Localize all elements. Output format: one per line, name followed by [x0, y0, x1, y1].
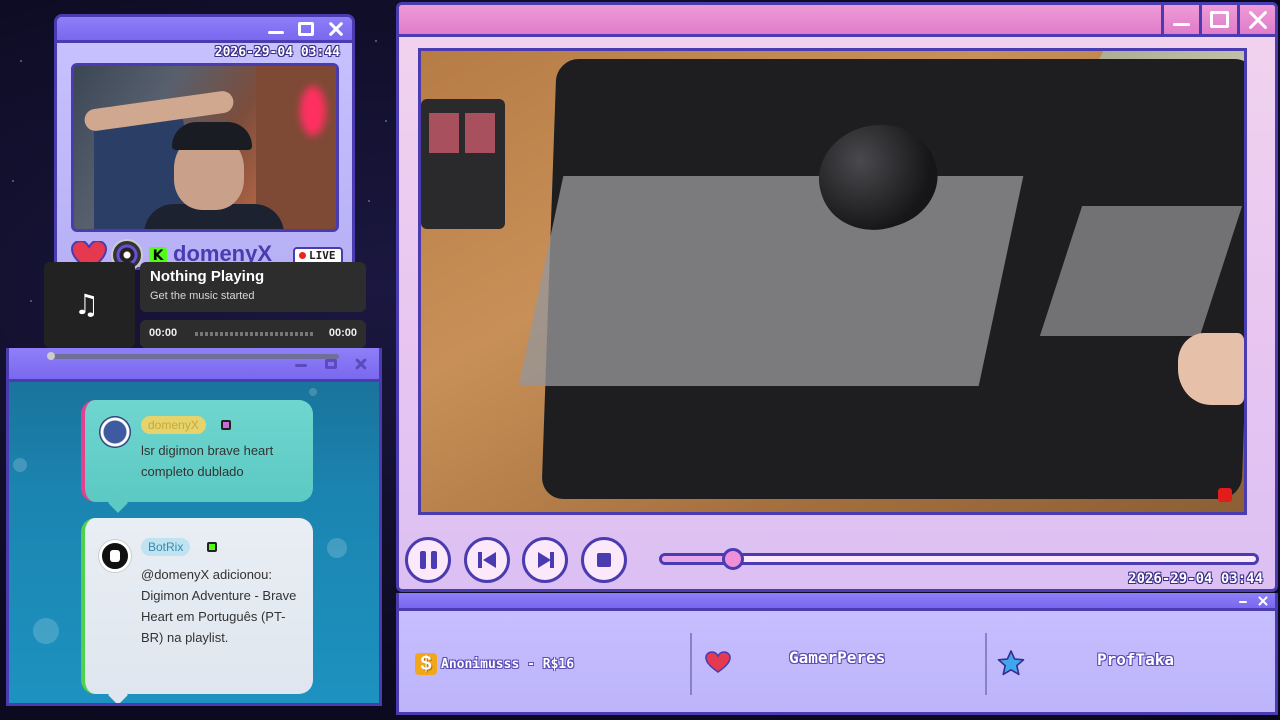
- webcam-title-bar[interactable]: [57, 17, 352, 43]
- chat-user-badge-icon: [207, 542, 217, 552]
- music-elapsed-time: 00:00: [149, 327, 178, 339]
- chat-message-text: lsr digimon brave heart completo dublado: [141, 443, 274, 479]
- previous-button[interactable]: [464, 537, 510, 583]
- maximize-icon[interactable]: [296, 20, 316, 38]
- music-album-art: ♫: [44, 262, 135, 348]
- chat-message: domenyX lsr digimon brave heart completo…: [81, 400, 313, 513]
- close-icon[interactable]: [1237, 5, 1275, 34]
- close-icon[interactable]: [326, 20, 346, 38]
- alerts-window-controls: [1229, 595, 1269, 607]
- webcam-background-light: [300, 86, 326, 136]
- music-info-panel: Nothing Playing Get the music started: [140, 262, 366, 312]
- chat-message-text: @domenyX adicionou: Digimon Adventure - …: [141, 567, 297, 645]
- music-total-time: 00:00: [328, 327, 357, 339]
- music-progress-panel: 00:00 00:00: [140, 320, 366, 348]
- music-progress-bar[interactable]: [195, 332, 314, 336]
- channel-logo-icon: [1218, 488, 1232, 502]
- seek-bar[interactable]: [659, 548, 1259, 570]
- chat-window: domenyX lsr digimon brave heart completo…: [6, 348, 382, 706]
- decorative-bubble: [33, 618, 59, 644]
- video-scene-keyboard: [421, 99, 505, 229]
- webcam-window: 2026-29-04 03:44 K domenyX LIVE: [54, 14, 355, 271]
- bot-avatar-icon: [99, 540, 131, 572]
- video-player-window: 2026-29-04 03:44: [396, 2, 1278, 592]
- music-note-icon: ♫: [74, 288, 100, 321]
- decorative-bubble: [13, 458, 27, 472]
- video-scene-hand: [1178, 333, 1244, 405]
- chat-username[interactable]: domenyX: [141, 416, 206, 434]
- music-subtitle: Get the music started: [150, 290, 255, 302]
- close-icon[interactable]: [353, 357, 369, 371]
- webcam-window-controls: [256, 20, 346, 38]
- webcam-timestamp: 2026-29-04 03:44: [214, 45, 340, 60]
- video-timestamp: 2026-29-04 03:44: [1128, 571, 1263, 587]
- music-title: Nothing Playing: [150, 268, 265, 285]
- chat-message: BotRix @domenyX adicionou: Digimon Adven…: [81, 518, 313, 703]
- star-icon: [997, 650, 1025, 676]
- latest-follower: GamerPeres: [789, 648, 886, 667]
- video-title-bar[interactable]: [399, 5, 1275, 37]
- chat-window-controls: [279, 357, 369, 371]
- decorative-bubble: [327, 538, 347, 558]
- alerts-divider: [690, 633, 692, 695]
- webcam-streamer-cap: [172, 122, 252, 150]
- lion-avatar-icon: [99, 416, 131, 448]
- stop-button[interactable]: [581, 537, 627, 583]
- chat-user-badge-icon: [221, 420, 231, 430]
- chat-bubble-tail: [108, 685, 128, 703]
- decorative-bubble: [309, 388, 317, 396]
- next-button[interactable]: [522, 537, 568, 583]
- close-icon[interactable]: [1257, 595, 1269, 607]
- chat-bubble-tail: [108, 493, 128, 513]
- alerts-window: $ Anonimusss - R$16 GamerPeres ProfTaka: [396, 593, 1278, 715]
- minimize-icon[interactable]: [293, 357, 309, 371]
- seek-bar-thumb[interactable]: [722, 548, 745, 570]
- chat-username[interactable]: BotRix: [141, 538, 191, 556]
- minimize-icon[interactable]: [1161, 5, 1199, 34]
- latest-subscriber: ProfTaka: [1097, 650, 1175, 669]
- latest-donation: Anonimusss - R$16: [441, 657, 575, 672]
- webcam-feed: [71, 63, 339, 232]
- chat-title-bar[interactable]: [9, 348, 379, 382]
- maximize-icon[interactable]: [323, 357, 339, 371]
- maximize-icon[interactable]: [1199, 5, 1237, 34]
- alerts-divider: [985, 633, 987, 695]
- heart-icon: [705, 651, 731, 673]
- minimize-icon[interactable]: [1237, 595, 1249, 607]
- minimize-icon[interactable]: [266, 20, 286, 38]
- video-frame[interactable]: [418, 48, 1247, 515]
- video-window-controls: [1161, 5, 1275, 34]
- alerts-title-bar[interactable]: [399, 593, 1275, 611]
- pause-button[interactable]: [405, 537, 451, 583]
- video-scene-sunlight: [518, 176, 1024, 386]
- dollar-icon: $: [415, 653, 437, 675]
